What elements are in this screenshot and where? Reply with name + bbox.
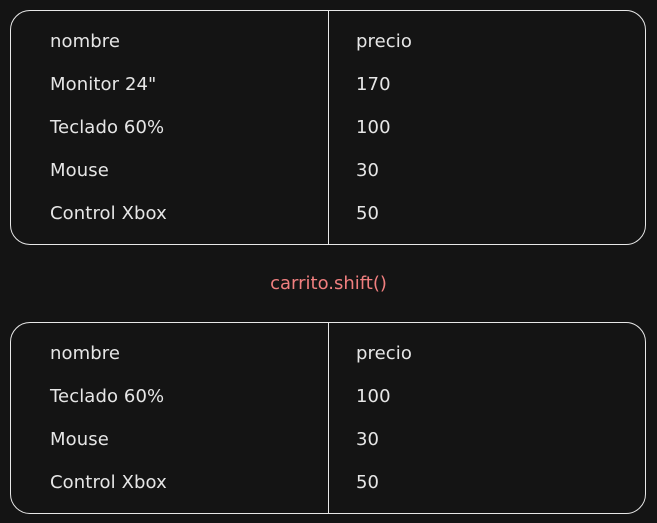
column-header-precio: precio bbox=[356, 31, 413, 52]
cell-precio: 50 bbox=[356, 203, 380, 224]
cell-nombre: Control Xbox bbox=[50, 472, 167, 493]
cell-nombre: Monitor 24" bbox=[50, 74, 157, 95]
cart-table-before: nombre precio Monitor 24" 170 Teclado 60… bbox=[10, 10, 646, 245]
table-header: nombre precio bbox=[11, 20, 645, 63]
table-row: Mouse 30 bbox=[11, 418, 645, 461]
operation-label: carrito.shift() bbox=[270, 273, 387, 294]
cell-precio: 100 bbox=[356, 386, 391, 407]
table-row: Control Xbox 50 bbox=[11, 192, 645, 235]
table-row: Teclado 60% 100 bbox=[11, 106, 645, 149]
cell-nombre: Teclado 60% bbox=[50, 117, 165, 138]
cell-nombre: Mouse bbox=[50, 160, 109, 181]
table-header: nombre precio bbox=[11, 332, 645, 375]
cell-precio: 170 bbox=[356, 74, 391, 95]
table-row: Monitor 24" 170 bbox=[11, 63, 645, 106]
cell-nombre: Teclado 60% bbox=[50, 386, 165, 407]
cell-precio: 50 bbox=[356, 472, 380, 493]
cell-nombre: Control Xbox bbox=[50, 203, 167, 224]
cell-precio: 30 bbox=[356, 429, 380, 450]
table-row: Control Xbox 50 bbox=[11, 461, 645, 504]
cart-table-after: nombre precio Teclado 60% 100 Mouse 30 C… bbox=[10, 322, 646, 514]
column-header-nombre: nombre bbox=[50, 343, 121, 364]
column-header-nombre: nombre bbox=[50, 31, 121, 52]
column-header-precio: precio bbox=[356, 343, 413, 364]
table-row: Teclado 60% 100 bbox=[11, 375, 645, 418]
cell-precio: 100 bbox=[356, 117, 391, 138]
table-row: Mouse 30 bbox=[11, 149, 645, 192]
cell-nombre: Mouse bbox=[50, 429, 109, 450]
cell-precio: 30 bbox=[356, 160, 380, 181]
